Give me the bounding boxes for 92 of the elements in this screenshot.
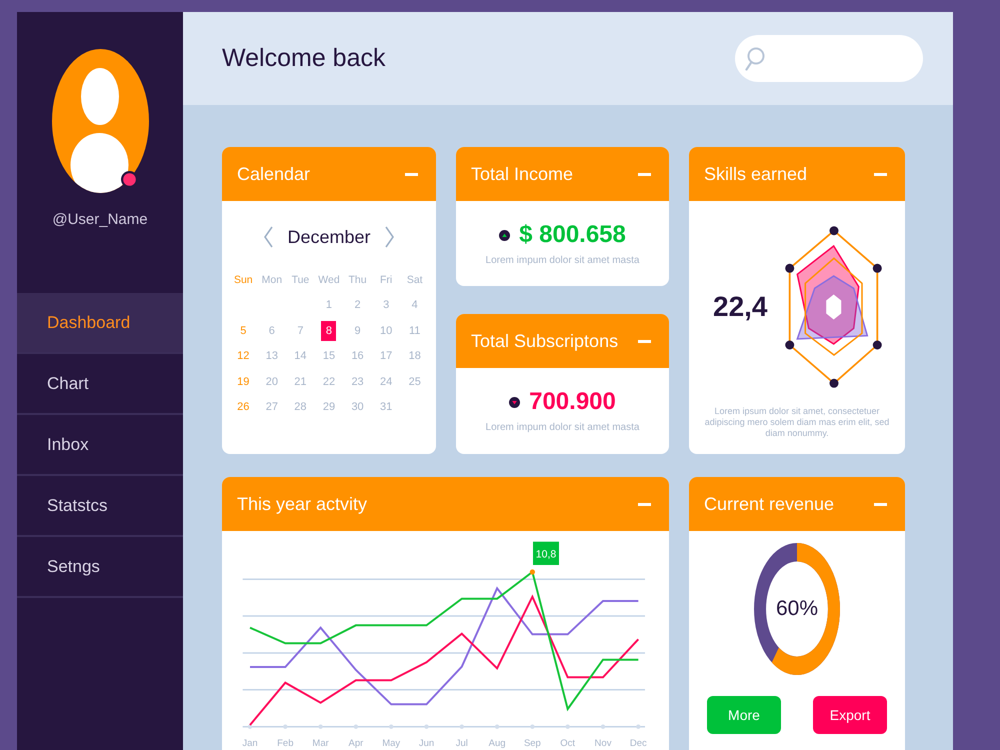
calendar-day[interactable]: 23: [350, 372, 366, 392]
minus-icon[interactable]: [638, 502, 651, 506]
weekday-label: Fri: [380, 274, 392, 286]
card-title: Current revenue: [704, 494, 834, 514]
avatar-icon: [52, 49, 148, 193]
trend-up-icon: [499, 230, 510, 240]
calendar-day[interactable]: 11: [407, 320, 422, 341]
radar-vertex-dot: [872, 340, 882, 350]
search-icon: [745, 46, 765, 70]
page-title: Welcome back: [222, 44, 386, 73]
calendar-day[interactable]: 5: [236, 320, 251, 341]
calendar-day[interactable]: 19: [236, 372, 251, 392]
month-label: Mar: [312, 738, 329, 749]
radar-vertex-dot: [829, 226, 838, 236]
stat-caption: Lorem impum dolor sit amet masta: [486, 255, 640, 266]
calendar-day[interactable]: 30: [350, 397, 366, 418]
calendar-day[interactable]: 8: [321, 320, 336, 341]
calendar-day[interactable]: 22: [321, 372, 336, 392]
month-label: Jan: [242, 738, 258, 749]
stat-value: 700.900: [529, 388, 616, 416]
calendar-day[interactable]: 7: [292, 320, 308, 341]
calendar-day[interactable]: 4: [407, 295, 422, 316]
calendar-day[interactable]: 15: [321, 346, 336, 366]
card-title: Skills earned: [704, 164, 808, 184]
calendar-day[interactable]: 10: [378, 320, 394, 341]
calendar-day[interactable]: 1: [321, 295, 336, 316]
month-label: Jun: [418, 738, 434, 749]
value-callout: 10,8: [533, 542, 559, 565]
calendar-day[interactable]: 21: [292, 372, 308, 392]
minus-icon[interactable]: [874, 502, 887, 506]
month-label: Feb: [277, 738, 294, 749]
search-field[interactable]: [735, 35, 923, 82]
month-label: Sep: [524, 738, 541, 749]
weekday-label: Thu: [348, 274, 367, 286]
calendar-day[interactable]: 24: [378, 372, 394, 392]
calendar-day[interactable]: 28: [292, 397, 308, 418]
card-title: Total Subscriptons: [471, 330, 618, 352]
skills-caption: Lorem ipsum dolor sit amet, consectetuer adipiscing mero solem diam mas erim elit, sed diam nonummy.: [704, 406, 890, 439]
weekday-label: Sun: [234, 274, 253, 286]
calendar-day[interactable]: 6: [264, 320, 280, 341]
calendar-day[interactable]: 18: [407, 346, 422, 366]
revenue-percent: 60%: [776, 597, 818, 621]
calendar-day[interactable]: 2: [350, 295, 366, 316]
weekday-label: Sat: [406, 274, 423, 286]
radar-vertex-dot: [784, 264, 794, 273]
skills-value: 22,4: [713, 291, 768, 323]
calendar-day[interactable]: 20: [264, 372, 280, 392]
calendar-day[interactable]: 12: [236, 346, 251, 366]
calendar-day[interactable]: 3: [378, 295, 394, 316]
status-dot-icon: [120, 171, 138, 188]
month-label: Dec: [630, 738, 647, 749]
radar-center-hexagon: [826, 294, 841, 320]
calendar-day[interactable]: 13: [264, 346, 280, 366]
month-label: Aug: [488, 738, 506, 749]
peak-marker: [530, 569, 535, 575]
month-label: Nov: [594, 738, 612, 749]
card-title: Calendar: [237, 164, 310, 184]
month-label: Jul: [456, 738, 468, 749]
card-title: Total Income: [471, 164, 574, 184]
calendar-day[interactable]: 9: [350, 320, 366, 341]
calendar-day[interactable]: 17: [378, 346, 394, 366]
calendar-day[interactable]: 31: [378, 397, 394, 418]
user-name: @User_Name: [52, 211, 148, 228]
calendar-day[interactable]: 16: [350, 346, 366, 366]
more-button[interactable]: More: [707, 696, 781, 734]
month-label: Oct: [560, 738, 576, 749]
radar-vertex-dot: [784, 340, 794, 350]
export-button[interactable]: Export: [813, 696, 887, 734]
calendar-day[interactable]: 29: [321, 397, 336, 418]
month-label: December: [287, 226, 371, 248]
minus-icon[interactable]: [874, 172, 887, 176]
card-title: This year actvity: [237, 494, 368, 514]
minus-icon[interactable]: [405, 172, 418, 176]
trend-down-icon: [509, 396, 520, 408]
calendar-day[interactable]: 25: [407, 372, 422, 392]
month-label: May: [382, 738, 400, 749]
calendar-day[interactable]: 14: [292, 346, 308, 366]
chevron-right-icon[interactable]: [384, 226, 395, 248]
minus-icon[interactable]: [638, 172, 651, 176]
radar-vertex-dot: [829, 378, 838, 388]
stat-caption: Lorem impum dolor sit amet masta: [486, 422, 640, 433]
nav-item[interactable]: Dashboard: [17, 293, 183, 354]
calendar-day[interactable]: 26: [236, 397, 251, 418]
weekday-label: Tue: [292, 274, 310, 286]
radar-vertex-dot: [872, 264, 882, 273]
weekday-label: Mon: [262, 274, 282, 286]
calendar-day[interactable]: 27: [264, 397, 280, 418]
stat-value: $ 800.658: [519, 221, 626, 249]
weekday-label: Wed: [318, 274, 340, 286]
chevron-left-icon[interactable]: [263, 226, 274, 248]
month-label: Apr: [348, 738, 364, 749]
minus-icon[interactable]: [638, 340, 651, 342]
